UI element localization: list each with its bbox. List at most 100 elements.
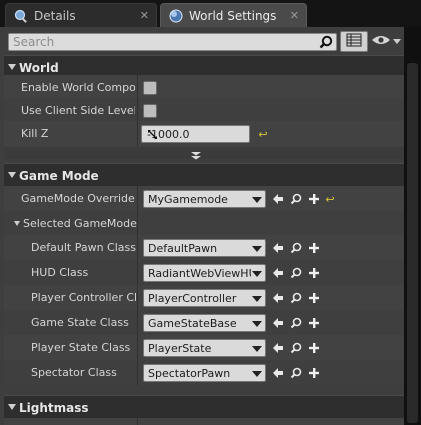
class-picker-dropdown[interactable]: SpectatorPawn [143, 364, 266, 382]
chevron-down-icon [393, 35, 401, 48]
prop-label: HUD Class [31, 266, 89, 279]
column-divider [137, 418, 138, 425]
use-selected-asset-arrow-icon[interactable] [271, 366, 285, 380]
tab-details[interactable]: Details ✕ [5, 3, 157, 27]
expand-arrow-icon [8, 64, 16, 70]
dropdown-value: SpectatorPawn [148, 367, 231, 380]
prop-label: Kill Z [21, 127, 49, 140]
prop-label: Spectator Class [31, 366, 117, 379]
use-selected-asset-arrow-icon[interactable] [271, 192, 285, 206]
scrollbar[interactable] [404, 27, 421, 425]
double-chevron-down-icon [190, 150, 202, 163]
browse-search-icon[interactable] [289, 291, 303, 305]
class-picker-dropdown[interactable]: PlayerState [143, 339, 266, 357]
chevron-down-icon [252, 346, 262, 352]
add-plus-icon[interactable] [307, 291, 321, 305]
use-selected-asset-arrow-icon[interactable] [271, 341, 285, 355]
browse-search-icon[interactable] [289, 266, 303, 280]
eye-icon [371, 34, 391, 49]
prop-label: Player Controller Clas [31, 291, 136, 304]
prop-gamemode-class-row: Player State Class PlayerState [4, 335, 404, 361]
prop-label: Player State Class [31, 341, 131, 354]
prop-gamemode-class-row: Player Controller Clas PlayerController [4, 285, 404, 311]
prop-label: Default Pawn Class [31, 241, 136, 254]
chevron-down-icon [252, 271, 262, 277]
use-selected-asset-arrow-icon[interactable] [271, 266, 285, 280]
class-picker-dropdown[interactable]: GameStateBase [143, 314, 266, 332]
browse-search-icon[interactable] [289, 366, 303, 380]
class-picker-dropdown[interactable]: RadiantWebViewHUD [143, 264, 266, 282]
use-selected-asset-arrow-icon[interactable] [271, 316, 285, 330]
chevron-down-icon [252, 197, 262, 203]
prop-gamemode-override: GameMode Override MyGamemode ↩ [4, 186, 404, 212]
browse-search-icon[interactable] [289, 241, 303, 255]
world-settings-panel: World Enable World Composit Use Client S… [0, 27, 404, 425]
close-icon[interactable]: ✕ [140, 9, 149, 22]
add-plus-icon[interactable] [307, 316, 321, 330]
column-divider [137, 211, 138, 237]
prop-gamemode-class-row: HUD Class RadiantWebViewHUD [4, 260, 404, 286]
tab-world-settings[interactable]: World Settings ✕ [160, 3, 307, 27]
details-icon [14, 9, 28, 23]
add-plus-icon[interactable] [307, 341, 321, 355]
dropdown-value: PlayerController [148, 292, 237, 305]
search-icon[interactable] [319, 35, 333, 49]
group-selected-gamemode[interactable]: Selected GameMode [4, 211, 404, 237]
browse-search-icon[interactable] [289, 341, 303, 355]
column-divider [137, 285, 138, 311]
column-divider [137, 235, 138, 261]
expand-arrow-icon [8, 172, 16, 178]
add-plus-icon[interactable] [307, 192, 321, 206]
class-picker-dropdown[interactable]: PlayerController [143, 289, 266, 307]
property-matrix-button[interactable] [340, 31, 368, 52]
search-box [8, 33, 337, 51]
column-divider [137, 121, 138, 147]
search-input[interactable] [9, 34, 309, 50]
use-selected-asset-arrow-icon[interactable] [271, 241, 285, 255]
tab-bar: Details ✕ World Settings ✕ [0, 0, 421, 27]
add-plus-icon[interactable] [307, 241, 321, 255]
enable-world-composition-checkbox[interactable] [143, 81, 157, 95]
use-selected-asset-arrow-icon[interactable] [271, 291, 285, 305]
prop-gamemode-class-row: Game State Class GameStateBase [4, 310, 404, 336]
advanced-properties-toggle[interactable] [4, 147, 404, 160]
add-plus-icon[interactable] [307, 266, 321, 280]
prop-label: Enable World Composit [21, 81, 135, 94]
add-plus-icon[interactable] [307, 366, 321, 380]
browse-search-icon[interactable] [289, 192, 303, 206]
dropdown-value: GameStateBase [148, 317, 237, 330]
reset-to-default-icon[interactable]: ↩ [323, 192, 337, 206]
grid-icon [346, 33, 362, 50]
search-row [5, 30, 404, 52]
browse-search-icon[interactable] [289, 316, 303, 330]
tab-details-label: Details [34, 8, 76, 23]
class-picker-dropdown[interactable]: DefaultPawn [143, 239, 266, 257]
prop-label: Game State Class [31, 316, 129, 329]
prop-kill-z: Kill Z -1000.0 ↩ [4, 121, 404, 147]
dropdown-value: RadiantWebViewHUD [148, 267, 251, 280]
expand-arrow-icon [8, 404, 16, 410]
dropdown-value: DefaultPawn [148, 242, 218, 255]
scrollbar-thumb[interactable] [407, 63, 418, 423]
kill-z-input[interactable]: -1000.0 [141, 125, 250, 143]
world-globe-icon [169, 9, 183, 23]
column-divider [137, 260, 138, 286]
tab-world-settings-label: World Settings [189, 8, 277, 23]
prop-lightmass-row [4, 418, 404, 425]
reset-to-default-icon[interactable]: ↩ [256, 127, 270, 141]
chevron-down-icon [252, 296, 262, 302]
column-divider [137, 310, 138, 336]
prop-label: GameMode Override [21, 192, 135, 205]
gamemode-override-dropdown[interactable]: MyGamemode [143, 190, 266, 208]
chevron-down-icon [252, 246, 262, 252]
category-label: Lightmass [19, 401, 89, 415]
prop-label: Use Client Side Level S [21, 104, 135, 117]
prop-gamemode-class-row: Default Pawn Class DefaultPawn [4, 235, 404, 261]
view-options-button[interactable] [371, 31, 401, 52]
resize-drag-icon[interactable] [147, 129, 158, 140]
category-label: World [19, 61, 59, 75]
expand-arrow-icon [14, 221, 20, 226]
use-client-side-level-streaming-checkbox[interactable] [143, 104, 157, 118]
dropdown-value: PlayerState [148, 342, 212, 355]
close-icon[interactable]: ✕ [290, 9, 299, 22]
